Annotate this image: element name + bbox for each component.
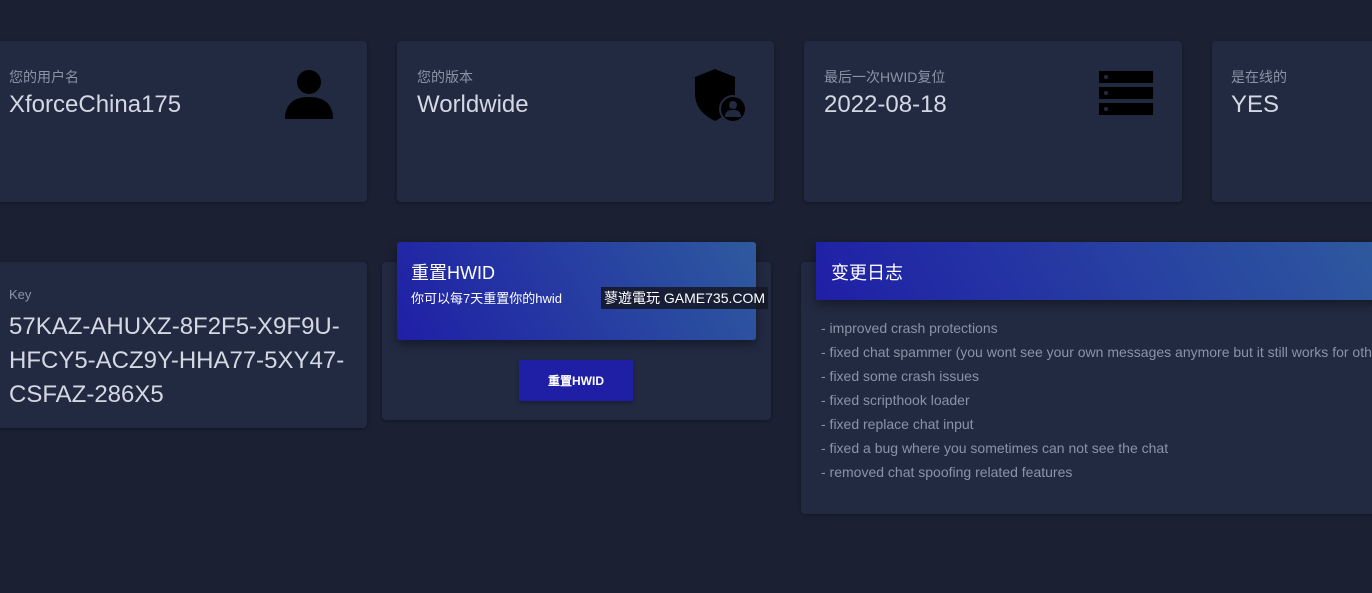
hwid-reset-title: 重置HWID xyxy=(411,263,495,283)
changelog-item: - fixed some crash issues xyxy=(821,368,979,384)
changelog-item: - fixed scripthook loader xyxy=(821,392,970,408)
last-hwid-reset-card: 最后一次HWID复位 2022-08-18 xyxy=(804,41,1182,202)
username-label: 您的用户名 xyxy=(9,69,79,85)
hwid-reset-subtitle: 你可以每7天重置你的hwid xyxy=(411,291,562,306)
shield-user-icon xyxy=(695,69,747,123)
watermark: 蓼遊電玩 GAME735.COM xyxy=(601,287,769,309)
version-value: Worldwide xyxy=(417,91,529,118)
version-card: 您的版本 Worldwide xyxy=(397,41,774,202)
changelog-item: - fixed a bug where you sometimes can no… xyxy=(821,440,1169,456)
changelog-item: - removed chat spoofing related features xyxy=(821,464,1073,480)
changelog-header: 变更日志 xyxy=(816,242,1372,300)
changelog-list: - improved crash protections - fixed cha… xyxy=(821,316,1372,484)
username-value: XforceChina175 xyxy=(9,91,182,118)
online-status-card: 是在线的 YES xyxy=(1212,41,1372,202)
key-value: 57KAZ-AHUXZ-8F2F5-X9F9U-HFCY5-ACZ9Y-HHA7… xyxy=(9,313,345,408)
version-label: 您的版本 xyxy=(417,69,473,85)
changelog-item: - improved crash protections xyxy=(821,320,998,336)
key-label: Key xyxy=(9,287,32,302)
last-hwid-reset-value: 2022-08-18 xyxy=(824,91,947,118)
online-status-label: 是在线的 xyxy=(1231,69,1287,85)
changelog-item: - fixed replace chat input xyxy=(821,416,974,432)
key-card: Key 57KAZ-AHUXZ-8F2F5-X9F9U-HFCY5-ACZ9Y-… xyxy=(0,262,367,428)
reset-hwid-button[interactable]: 重置HWID xyxy=(519,360,633,401)
user-icon xyxy=(285,70,333,119)
username-card: 您的用户名 XforceChina175 xyxy=(0,41,367,202)
last-hwid-reset-label: 最后一次HWID复位 xyxy=(824,69,946,85)
online-status-value: YES xyxy=(1231,91,1280,118)
server-icon xyxy=(1099,71,1153,115)
changelog-title: 变更日志 xyxy=(831,263,903,283)
changelog-item: - fixed chat spammer (you wont see your … xyxy=(821,344,1372,360)
